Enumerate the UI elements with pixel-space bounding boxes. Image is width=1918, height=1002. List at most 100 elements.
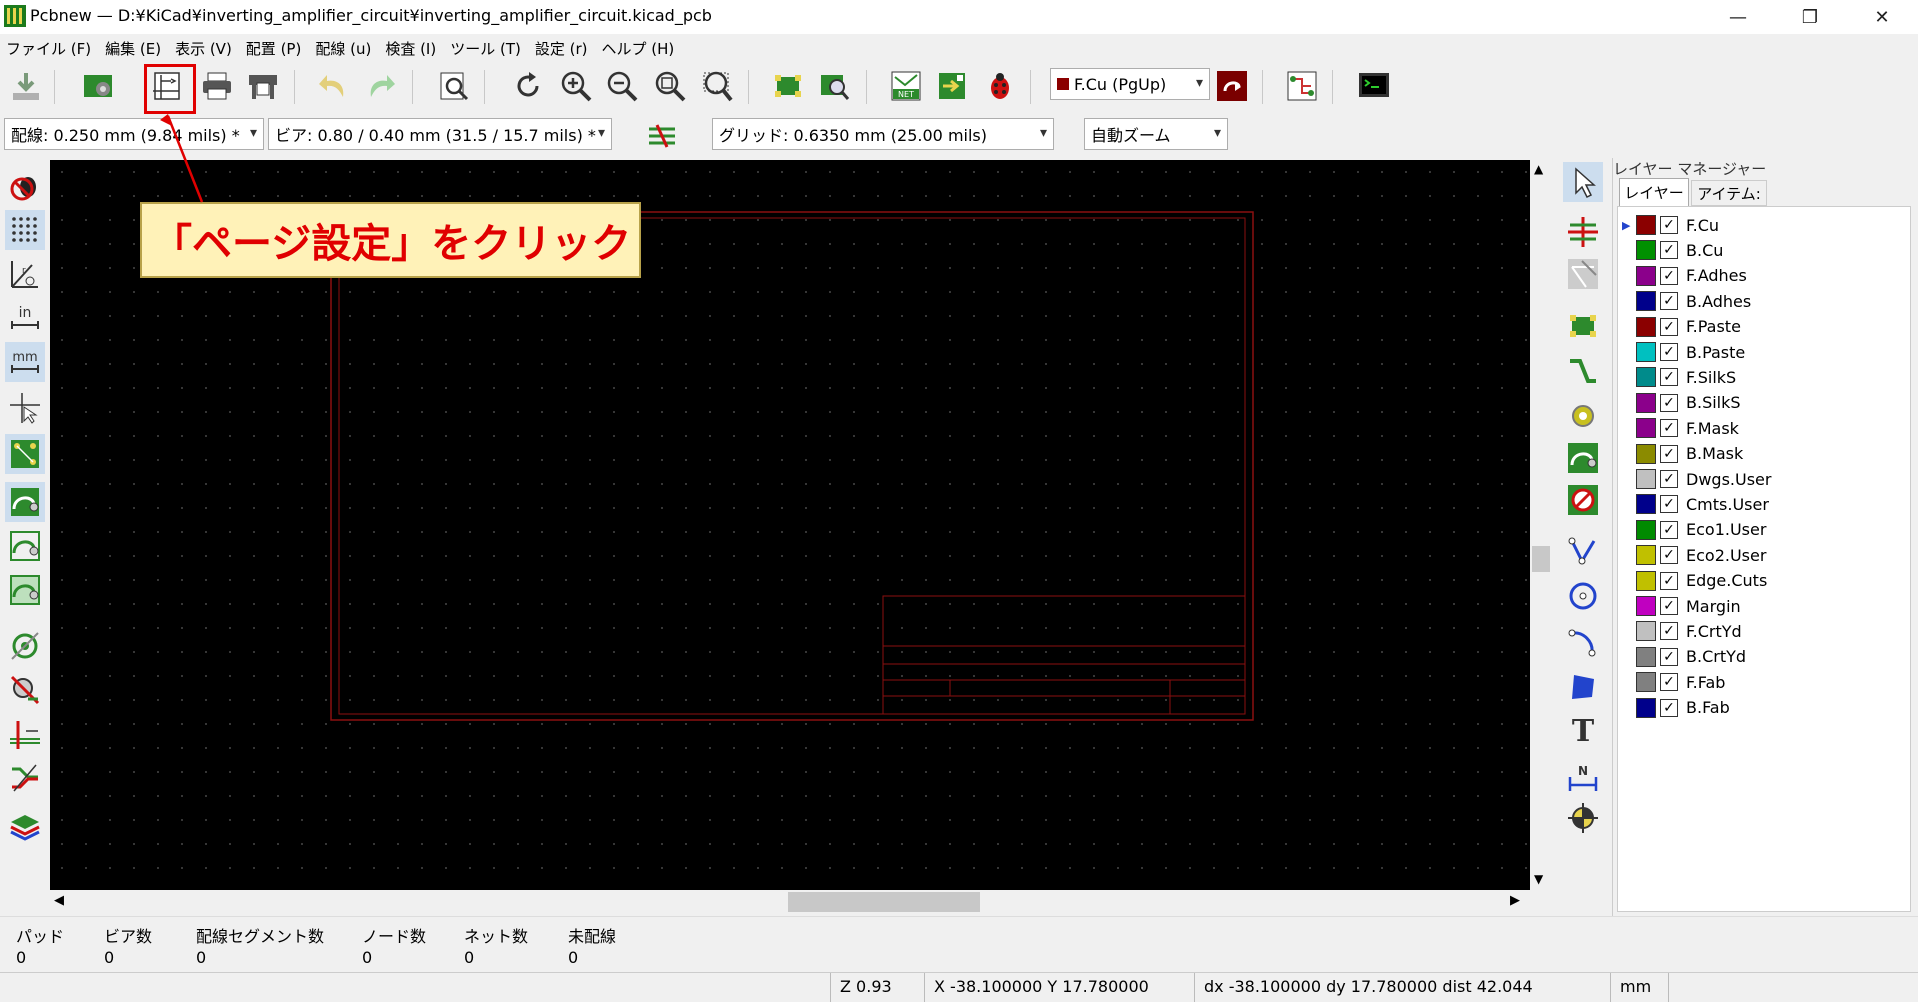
add-footprint-icon[interactable] [1563,306,1603,346]
layer-visibility-checkbox[interactable]: ✓ [1660,343,1678,361]
zone-outline-display-icon[interactable] [5,526,45,566]
select-tool-icon[interactable] [1563,162,1603,202]
layer-row[interactable]: ✓ B.Mask [1636,442,1743,466]
drc-icon[interactable] [980,66,1020,106]
ratsnest-icon[interactable] [5,434,45,474]
layer-visibility-checkbox[interactable]: ✓ [1660,368,1678,387]
menu-place[interactable]: 配置 (P) [246,38,302,59]
layer-color-swatch[interactable] [1636,291,1656,312]
layer-color-swatch[interactable] [1636,316,1656,337]
layer-color-swatch[interactable] [1636,342,1656,362]
layer-visibility-checkbox[interactable]: ✓ [1660,520,1678,539]
draw-line-icon[interactable] [1563,530,1603,570]
layer-visibility-checkbox[interactable]: ✓ [1660,266,1678,285]
zoom-select[interactable]: 自動ズーム ▾ [1084,118,1228,150]
layer-color-swatch[interactable] [1636,494,1656,515]
update-pcb-icon[interactable] [932,66,972,106]
menu-route[interactable]: 配線 (u) [315,38,371,59]
layer-visibility-checkbox[interactable]: ✓ [1660,698,1678,717]
layer-visibility-checkbox[interactable]: ✓ [1660,241,1678,260]
layer-row[interactable]: ✓ Edge.Cuts [1636,569,1767,593]
footprint-editor-icon[interactable] [768,66,808,106]
scroll-down-icon[interactable]: ▼ [1534,872,1543,886]
layer-color-swatch[interactable] [1636,418,1656,439]
tab-layers[interactable]: レイヤー [1619,178,1689,206]
layer-visibility-checkbox[interactable]: ✓ [1660,216,1678,234]
layer-color-swatch[interactable] [1636,215,1656,235]
scroll-right-icon[interactable]: ▶ [1510,893,1520,908]
polar-coords-icon[interactable]: r [5,254,45,294]
layer-visibility-checkbox[interactable]: ✓ [1660,470,1678,488]
layer-visibility-checkbox[interactable]: ✓ [1660,546,1678,565]
drc-off-icon[interactable] [5,166,45,206]
track-via-auto-size-icon[interactable] [642,116,682,156]
draw-arc-icon[interactable] [1563,622,1603,662]
highlight-net-icon[interactable] [1563,212,1603,252]
layer-color-swatch[interactable] [1636,596,1656,616]
plot-icon[interactable] [243,66,283,106]
scroll-up-icon[interactable]: ▲ [1534,162,1543,176]
add-filled-zone-icon[interactable] [1563,438,1603,478]
layer-color-swatch[interactable] [1636,392,1656,413]
tab-items[interactable]: アイテム: [1691,180,1767,206]
find-icon[interactable] [434,66,474,106]
add-text-icon[interactable]: T [1563,710,1603,750]
board-setup-icon[interactable] [78,66,118,106]
layer-color-swatch[interactable] [1636,469,1656,489]
horizontal-scrollbar[interactable]: ◀ ▶ [50,890,1530,914]
high-contrast-icon[interactable] [5,758,45,798]
zoom-fit-icon[interactable] [650,66,690,106]
layer-row[interactable]: ✓ B.Fab [1636,696,1730,720]
via-sketch-icon[interactable] [5,670,45,710]
menu-help[interactable]: ヘルプ (H) [602,38,675,59]
zoom-selection-icon[interactable] [697,66,737,106]
draw-polygon-icon[interactable] [1563,666,1603,706]
layer-color-swatch[interactable] [1636,265,1656,286]
layer-row[interactable]: ✓ Cmts.User [1636,492,1769,516]
footprint-viewer-icon[interactable] [814,66,854,106]
layer-pair-icon[interactable] [1212,66,1252,106]
layer-color-swatch[interactable] [1636,646,1656,667]
layer-visibility-checkbox[interactable]: ✓ [1660,673,1678,692]
layer-row[interactable]: ✓ F.Mask [1636,416,1739,440]
layer-visibility-checkbox[interactable]: ✓ [1660,317,1678,336]
add-via-icon[interactable] [1563,396,1603,436]
menu-edit[interactable]: 編集 (E) [105,38,161,59]
close-button[interactable]: ✕ [1854,0,1910,34]
undo-icon[interactable] [314,66,354,106]
layer-row[interactable]: ▶ ✓ F.Cu [1622,213,1719,237]
layer-color-swatch[interactable] [1636,443,1656,464]
zone-sketch-display-icon[interactable] [5,570,45,610]
add-keepout-icon[interactable] [1563,480,1603,520]
layer-row[interactable]: ✓ F.CrtYd [1636,619,1742,643]
zoom-out-icon[interactable] [602,66,642,106]
minimize-button[interactable]: — [1710,0,1766,34]
layer-visibility-checkbox[interactable]: ✓ [1660,647,1678,666]
add-dimension-icon[interactable]: N [1563,756,1603,796]
menu-view[interactable]: 表示 (V) [175,38,232,59]
vertical-scroll-thumb[interactable] [1532,546,1550,572]
layer-row[interactable]: ✓ Eco2.User [1636,543,1766,567]
grid-select[interactable]: グリッド: 0.6350 mm (25.00 mils) ▾ [712,118,1054,150]
track-sketch-icon[interactable] [5,714,45,754]
layer-row[interactable]: ✓ F.Fab [1636,670,1725,694]
layer-row[interactable]: ✓ Margin [1636,594,1741,618]
pad-sketch-icon[interactable] [5,626,45,666]
autorouter-icon[interactable] [1282,66,1322,106]
zoom-in-icon[interactable] [556,66,596,106]
layer-row[interactable]: ✓ F.SilkS [1636,365,1736,389]
menu-file[interactable]: ファイル (F) [6,38,91,59]
redraw-icon[interactable] [508,66,548,106]
layer-row[interactable]: ✓ B.Cu [1636,238,1723,262]
full-crosshair-icon[interactable] [5,388,45,428]
layer-visibility-checkbox[interactable]: ✓ [1660,597,1678,615]
layer-visibility-checkbox[interactable]: ✓ [1660,571,1678,590]
layer-color-swatch[interactable] [1636,545,1656,566]
layer-visibility-checkbox[interactable]: ✓ [1660,622,1678,641]
via-size-select[interactable]: ビア: 0.80 / 0.40 mm (31.5 / 15.7 mils) * … [268,118,612,150]
redo-icon[interactable] [360,66,400,106]
grid-toggle-icon[interactable] [5,210,45,250]
vertical-scrollbar[interactable]: ▲ ▼ [1530,160,1552,890]
layer-row[interactable]: ✓ B.SilkS [1636,391,1741,415]
layer-color-swatch[interactable] [1636,621,1656,642]
